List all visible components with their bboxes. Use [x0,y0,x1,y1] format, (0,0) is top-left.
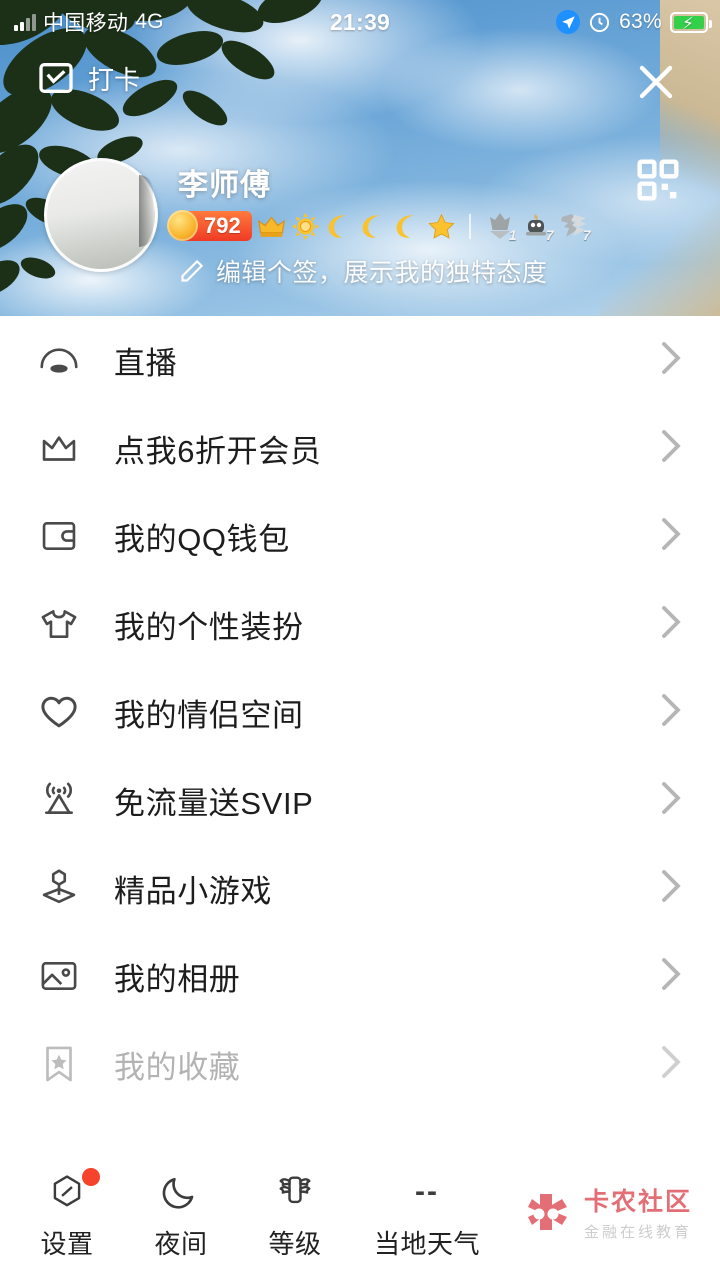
bookmark-star-icon [46,1046,72,1082]
signature-text: 编辑个签，展示我的独特态度 [216,259,548,287]
gray-lightning-badge-icon[interactable]: 7 [558,211,591,243]
level-badges-row[interactable]: 792 1 7 7 [167,210,591,243]
toolbar-item-label: 当地天气 [373,1228,480,1259]
sun-icon [291,212,319,240]
battery-icon: ⚡ [670,11,712,33]
gray-badge-count: 1 [508,227,517,243]
menu-item-live[interactable]: 直播 [0,316,720,404]
bottom-toolbar: 设置 夜间 等级 -- 当地天气 卡农社区 金融在线教育 [0,1150,720,1280]
crown-vip-icon [42,436,76,461]
chevron-right-icon [660,602,684,647]
building-corner-decoration [600,196,720,316]
menu-item-label: 精品小游戏 [114,873,272,909]
menu-item-couple-space[interactable]: 我的情侣空间 [0,668,720,756]
watermark-text: 卡农社区 金融在线教育 [584,1182,692,1242]
avatar[interactable] [44,158,158,272]
checkin-button[interactable]: 打卡 [36,58,140,98]
toolbar-item-label: 夜间 [154,1228,208,1259]
toolbar-item-level[interactable]: 等级 [238,1170,352,1261]
status-bar-clock: 21:39 [329,8,391,35]
star-icon [428,213,455,239]
gray-badge-count: 7 [582,227,591,243]
gray-crown-badge-icon[interactable]: 1 [484,211,517,243]
menu-item-label: 直播 [114,345,178,381]
gray-badge-count: 7 [545,227,554,243]
menu-item-label: 点我6折开会员 [114,433,322,469]
signature-row[interactable]: 编辑个签，展示我的独特态度 [178,253,590,289]
menu-item-vip[interactable]: 点我6折开会员 [0,404,720,492]
chevron-right-icon [660,690,684,735]
moon-night-icon [159,1170,203,1214]
badge-divider [468,213,471,239]
weather-value: -- [415,1174,439,1208]
status-bar: 中国移动 4G 21:39 63% ⚡ [0,0,720,44]
menu-item-mini-games[interactable]: 精品小游戏 [0,844,720,932]
live-broadcast-icon [40,348,78,373]
chevron-right-icon [660,426,684,471]
menu-item-favorites[interactable]: 我的收藏 [0,1020,720,1108]
close-icon[interactable] [632,58,680,106]
moon-icon [328,214,346,238]
checkin-label: 打卡 [88,64,141,95]
heart-icon [41,696,77,728]
weather-icon: -- [405,1170,449,1214]
coin-badge[interactable]: 792 [167,210,252,241]
level-wings-icon [273,1170,317,1214]
gray-sprout-badge-icon[interactable]: 7 [521,211,554,243]
menu-item-label: 免流量送SVIP [114,785,314,821]
toolbar-item-label: 等级 [268,1228,322,1259]
profile-info: 李师傅 792 1 7 7 编辑个签，展示我的独特态度 [167,160,591,289]
crown-icon [257,216,285,237]
nickname-label[interactable]: 李师傅 [178,160,590,204]
profile-menu-list: 直播 点我6折开会员 我的QQ钱包 我的个性装扮 我的情侣空间 免流量送SVIP… [0,316,720,1108]
settings-notification-badge [82,1167,100,1186]
menu-item-label: 我的个性装扮 [114,609,304,645]
menu-item-album[interactable]: 我的相册 [0,932,720,1020]
chevron-right-icon [660,338,684,383]
signal-tower-icon [45,782,73,814]
watermark-subtitle: 金融在线教育 [583,1224,692,1241]
toolbar-item-night-mode[interactable]: 夜间 [124,1170,238,1261]
wallet-icon [42,522,76,550]
menu-item-free-data-svip[interactable]: 免流量送SVIP [0,756,720,844]
chevron-right-icon [660,1042,684,1087]
chevron-right-icon [660,954,684,999]
watermark-logo-icon [526,1188,574,1236]
watermark: 卡农社区 金融在线教育 [526,1182,692,1242]
chevron-right-icon [660,514,684,559]
toolbar-item-label: 设置 [40,1228,94,1259]
moon-icon [396,214,414,238]
coin-count-label: 792 [204,213,241,238]
tshirt-icon [41,610,77,638]
menu-item-dress-up[interactable]: 我的个性装扮 [0,580,720,668]
moon-icon [362,214,380,238]
menu-item-label: 我的收藏 [114,1049,241,1085]
menu-item-label: 我的情侣空间 [114,697,304,733]
menu-item-label: 我的相册 [114,961,241,997]
profile-header-banner[interactable]: 中国移动 4G 21:39 63% ⚡ 打卡 李师傅 792 1 7 7 编辑个… [0,0,720,316]
qr-code-icon[interactable] [636,158,680,202]
calendar-check-icon [39,63,73,93]
chevron-right-icon [660,866,684,911]
phone-screen: 中国移动 4G 21:39 63% ⚡ 打卡 李师傅 792 1 7 7 编辑个… [0,0,720,1280]
chevron-right-icon [660,778,684,823]
toolbar-item-local-weather[interactable]: -- 当地天气 [352,1170,502,1261]
pencil-edit-icon [181,259,204,282]
menu-item-qq-wallet[interactable]: 我的QQ钱包 [0,492,720,580]
watermark-title: 卡农社区 [583,1188,692,1216]
menu-item-label: 我的QQ钱包 [114,521,290,557]
toolbar-item-settings[interactable]: 设置 [10,1167,124,1261]
game-controller-icon [42,869,76,904]
photo-album-icon [41,962,77,990]
